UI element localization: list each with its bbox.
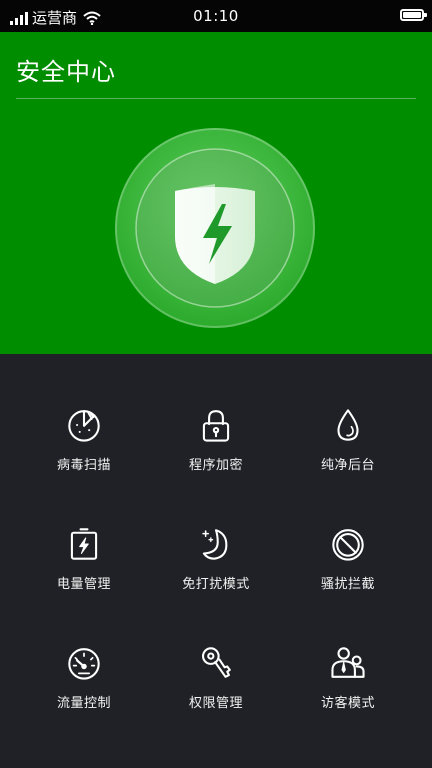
tile-label: 流量控制	[56, 696, 111, 711]
tile-do-not-disturb[interactable]: 免打扰模式	[144, 473, 288, 592]
tile-label: 程序加密	[188, 458, 243, 473]
key-icon	[202, 647, 231, 678]
tile-harassment-block[interactable]: 骚扰拦截	[276, 473, 420, 592]
battery-bolt-icon	[70, 528, 98, 560]
tile-label: 骚扰拦截	[320, 577, 375, 592]
shield-bolt-icon[interactable]	[115, 128, 315, 328]
moon-stars-icon	[202, 529, 228, 560]
page-title: 安全中心	[16, 58, 116, 86]
tile-data-control[interactable]: 流量控制	[12, 592, 156, 711]
scan-dial-icon	[68, 410, 100, 442]
feature-grid: 病毒扫描 程序加密 纯净后台 电量管理 免打扰模式 骚扰拦截 流量控制 权限管理…	[0, 354, 432, 768]
lock-icon	[202, 410, 230, 442]
header-divider	[16, 98, 416, 99]
water-drop-icon	[337, 409, 359, 441]
battery-icon	[400, 9, 427, 21]
tile-label: 病毒扫描	[56, 458, 111, 473]
tile-app-lock[interactable]: 程序加密	[144, 354, 288, 473]
tile-visitor-mode[interactable]: 访客模式	[276, 592, 420, 711]
visitor-icon	[331, 647, 365, 678]
tile-clean-background[interactable]: 纯净后台	[276, 354, 420, 473]
tile-power-management[interactable]: 电量管理	[12, 473, 156, 592]
security-header: 安全中心	[0, 32, 432, 354]
tile-permission-management[interactable]: 权限管理	[144, 592, 288, 711]
status-bar: 运营商 01:10	[0, 0, 432, 32]
block-circle-icon	[332, 529, 364, 561]
tile-label: 纯净后台	[320, 458, 375, 473]
tile-label: 免打扰模式	[182, 577, 250, 592]
tile-virus-scan[interactable]: 病毒扫描	[12, 354, 156, 473]
tile-label: 权限管理	[188, 696, 243, 711]
status-time: 01:10	[193, 7, 239, 25]
tile-label: 电量管理	[56, 577, 111, 592]
speedometer-icon	[68, 648, 100, 680]
tile-label: 访客模式	[320, 696, 375, 711]
